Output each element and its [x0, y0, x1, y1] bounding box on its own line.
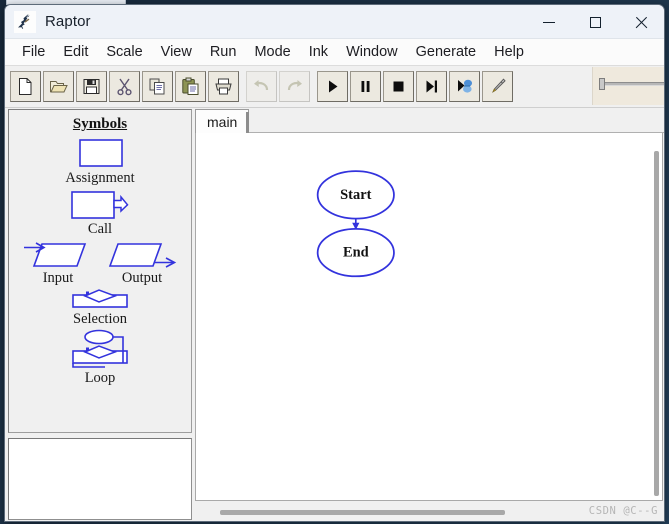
pen-highlighter-icon	[492, 78, 506, 93]
input-parallelogram-icon	[24, 242, 87, 268]
desktop-background: Raptor File Edit Scale View Run Mode Ink	[0, 0, 669, 524]
tab-main[interactable]: main	[195, 109, 250, 133]
title-bar: Raptor	[5, 5, 664, 39]
flow-node-start-label: Start	[340, 187, 371, 203]
redo-arrow-icon	[287, 80, 302, 91]
flow-node-start[interactable]: Start	[316, 170, 395, 220]
step-into-button[interactable]	[449, 71, 480, 102]
close-icon	[635, 16, 648, 29]
window-controls	[526, 5, 664, 39]
symbol-input[interactable]: Input	[22, 240, 94, 286]
symbol-loop[interactable]: Loop	[9, 329, 191, 386]
symbol-call-label: Call	[87, 221, 113, 238]
menu-item-run[interactable]: Run	[201, 42, 246, 62]
canvas-horizontal-scrollbar[interactable]	[220, 510, 505, 515]
symbol-row-input-output: Input Output	[9, 240, 191, 286]
scale-slider-knob[interactable]	[599, 78, 605, 90]
watermark-text: CSDN @C--G	[588, 505, 658, 517]
symbol-assignment[interactable]: Assignment	[9, 137, 191, 186]
redo-button[interactable]	[279, 71, 310, 102]
minimize-button[interactable]	[526, 5, 572, 39]
step-over-icon	[426, 80, 437, 93]
flowchart-canvas[interactable]: Start End	[195, 133, 663, 501]
selection-diamond-icon	[72, 288, 128, 308]
open-file-button[interactable]	[43, 71, 74, 102]
pause-bars-icon	[361, 81, 370, 92]
paste-button[interactable]	[175, 71, 206, 102]
symbol-selection-label: Selection	[73, 310, 127, 327]
symbol-output[interactable]: Output	[106, 240, 178, 286]
step-into-icon	[458, 79, 472, 93]
menu-item-view[interactable]: View	[152, 42, 201, 62]
toolbar	[5, 66, 664, 108]
tab-main-label: main	[207, 113, 238, 130]
scale-slider-track	[601, 82, 664, 86]
menu-item-ink[interactable]: Ink	[300, 42, 337, 62]
flow-node-end[interactable]: End	[316, 228, 395, 278]
canvas-vertical-scrollbar[interactable]	[654, 151, 659, 496]
cut-button[interactable]	[109, 71, 140, 102]
new-file-button[interactable]	[10, 71, 41, 102]
clipboard-paste-icon	[182, 77, 199, 95]
menu-item-file[interactable]: File	[13, 42, 54, 62]
stop-square-icon	[393, 81, 404, 92]
step-button[interactable]	[416, 71, 447, 102]
print-button[interactable]	[208, 71, 239, 102]
symbol-selection[interactable]: Selection	[9, 288, 191, 327]
scissors-icon	[117, 78, 132, 96]
loop-oval-diamond-icon	[72, 329, 128, 368]
output-parallelogram-icon	[108, 243, 177, 269]
call-rectangle-arrow-icon	[71, 191, 129, 220]
menu-item-window[interactable]: Window	[337, 42, 407, 62]
menu-item-mode[interactable]: Mode	[245, 42, 299, 62]
symbols-panel-title: Symbols	[72, 116, 128, 132]
flow-node-end-label: End	[343, 245, 369, 261]
undo-arrow-icon	[254, 80, 269, 91]
pause-button[interactable]	[350, 71, 381, 102]
right-pane: main Start End CSDN @C--G	[192, 108, 664, 521]
undo-button[interactable]	[246, 71, 277, 102]
maximize-button[interactable]	[572, 5, 618, 39]
assignment-rectangle-icon	[79, 139, 123, 167]
symbol-loop-label: Loop	[84, 369, 116, 386]
menu-item-help[interactable]: Help	[485, 42, 533, 62]
symbol-output-label: Output	[121, 270, 163, 287]
pen-tool-button[interactable]	[482, 71, 513, 102]
floppy-save-icon	[83, 79, 100, 94]
printer-icon	[215, 78, 232, 95]
run-button[interactable]	[317, 71, 348, 102]
raptor-application-window: Raptor File Edit Scale View Run Mode Ink	[4, 4, 665, 522]
play-triangle-icon	[329, 80, 338, 93]
close-button[interactable]	[618, 5, 664, 39]
maximize-icon	[589, 16, 601, 28]
watch-variables-panel[interactable]	[8, 438, 192, 520]
stop-button[interactable]	[383, 71, 414, 102]
main-content-area: Symbols Assignment Call Input Output Sel…	[5, 108, 664, 521]
raptor-bird-icon	[14, 10, 36, 33]
tab-strip: main	[195, 108, 664, 133]
symbol-input-label: Input	[42, 270, 74, 287]
copy-button[interactable]	[142, 71, 173, 102]
menu-item-generate[interactable]: Generate	[407, 42, 485, 62]
symbol-call[interactable]: Call	[9, 189, 191, 237]
canvas-scroll-footer: CSDN @C--G	[195, 501, 664, 521]
flowchart-diagram: Start End	[316, 170, 395, 278]
menu-bar: File Edit Scale View Run Mode Ink Window…	[5, 39, 664, 66]
left-pane: Symbols Assignment Call Input Output Sel…	[5, 108, 192, 521]
window-title: Raptor	[45, 13, 91, 30]
symbol-assignment-label: Assignment	[65, 170, 135, 186]
new-document-icon	[19, 78, 32, 95]
symbols-palette: Symbols Assignment Call Input Output Sel…	[8, 109, 192, 433]
minimize-icon	[543, 21, 555, 23]
scale-slider[interactable]	[592, 67, 664, 105]
copy-icon	[149, 78, 165, 95]
save-file-button[interactable]	[76, 71, 107, 102]
open-folder-icon	[50, 81, 68, 93]
menu-item-edit[interactable]: Edit	[54, 42, 97, 62]
menu-item-scale[interactable]: Scale	[97, 42, 151, 62]
